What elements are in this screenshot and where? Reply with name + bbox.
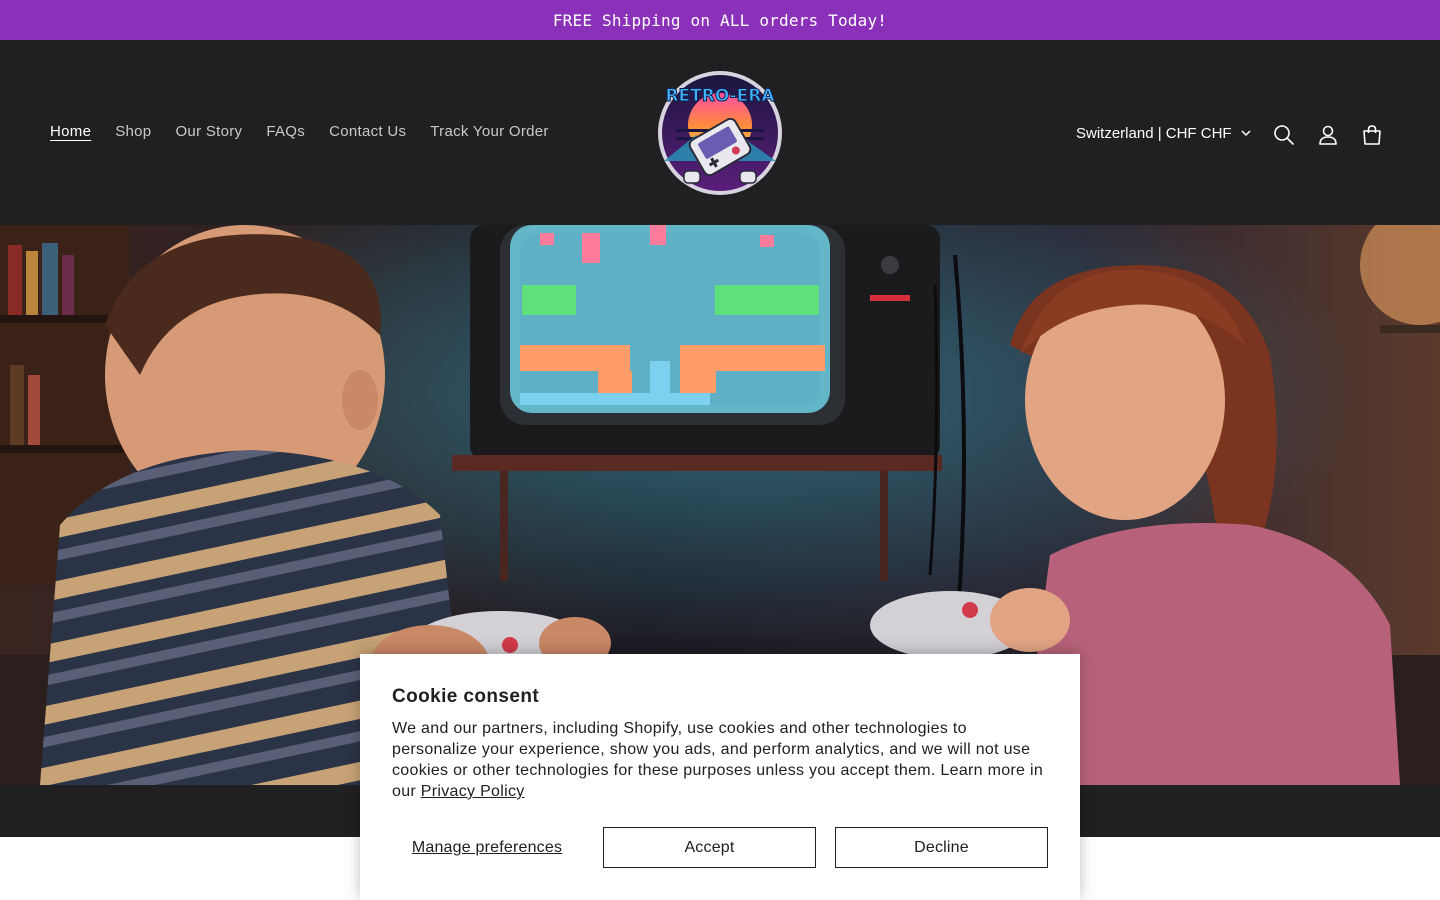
country-currency-selector[interactable]: Switzerland | CHF CHF [1066, 119, 1262, 147]
country-currency-label: Switzerland | CHF CHF [1076, 124, 1232, 142]
cookie-actions: Manage preferences Accept Decline [392, 827, 1048, 868]
decline-button[interactable]: Decline [835, 827, 1048, 868]
privacy-policy-link[interactable]: Privacy Policy [421, 783, 525, 800]
nav-shop[interactable]: Shop [103, 119, 163, 144]
manage-preferences-button[interactable]: Manage preferences [392, 827, 582, 868]
main-nav: Home Shop Our Story FAQs Contact Us Trac… [38, 119, 561, 144]
account-button[interactable] [1310, 117, 1346, 153]
chevron-down-icon [1241, 130, 1251, 137]
nav-track-order[interactable]: Track Your Order [418, 119, 560, 144]
nav-our-story[interactable]: Our Story [163, 119, 254, 144]
accept-button[interactable]: Accept [603, 827, 816, 868]
cookie-consent-dialog: Cookie consent We and our partners, incl… [360, 654, 1080, 900]
nav-contact-us[interactable]: Contact Us [317, 119, 418, 144]
site-header: Home Shop Our Story FAQs Contact Us Trac… [0, 40, 1440, 225]
search-button[interactable] [1266, 117, 1302, 153]
announcement-text: FREE Shipping on ALL orders Today! [552, 10, 888, 30]
account-icon [1319, 125, 1337, 145]
cookie-title: Cookie consent [392, 686, 540, 707]
announcement-bar: FREE Shipping on ALL orders Today! [0, 0, 1440, 40]
cart-button[interactable] [1354, 117, 1390, 153]
cart-icon [1363, 125, 1381, 145]
gameboy-logo-icon: RETRO-ERA [658, 71, 782, 195]
search-icon [1274, 125, 1294, 145]
svg-text:RETRO-ERA: RETRO-ERA [665, 86, 775, 106]
nav-home[interactable]: Home [38, 119, 103, 144]
store-logo[interactable]: RETRO-ERA [656, 69, 784, 197]
cookie-body: We and our partners, including Shopify, … [392, 718, 1048, 802]
nav-faqs[interactable]: FAQs [254, 119, 317, 144]
